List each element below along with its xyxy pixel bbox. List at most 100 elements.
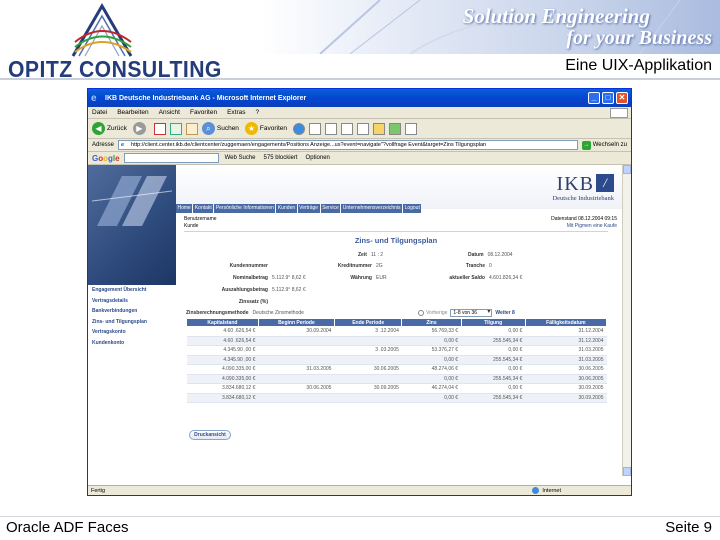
minimize-icon[interactable]: _ [588, 92, 600, 104]
page-content: IKB / Deutsche Industriebank Home Kontak… [88, 165, 631, 486]
footer-divider [0, 516, 720, 517]
back-button[interactable]: ◀ Zurück [92, 122, 127, 135]
media-icon[interactable] [293, 122, 306, 135]
browser-window: e IKB Deutsche Industriebank AG - Micros… [87, 88, 632, 496]
search-icon: ⌕ [201, 122, 215, 135]
edit-icon[interactable] [357, 122, 370, 135]
menu-favorites[interactable]: Favoriten [190, 109, 217, 116]
sidebar: Engagement Übersicht Vertragsdetails Ban… [88, 285, 176, 425]
col-interest[interactable]: Zins [401, 318, 462, 327]
nav-personal-info[interactable]: Persönliche Informationen [214, 204, 276, 213]
mail-icon[interactable] [325, 122, 338, 135]
star-icon: ★ [244, 122, 258, 135]
user-info: Benutzername Kunde [184, 216, 224, 230]
table-row: 4.345.90 ,00 €0,00 €255.545,34 €31.03.20… [186, 355, 607, 365]
nav-home[interactable]: Home [176, 204, 193, 213]
search-button[interactable]: ⌕ Suchen [201, 122, 239, 135]
pager: Vorherige 1-8 von 36 Weiter 8 [418, 309, 515, 317]
col-period-start[interactable]: Beginn Periode [257, 318, 335, 327]
user-label: Benutzername [184, 216, 217, 222]
data-status-date: Datenstand 08.12.2004 09:15 [551, 216, 617, 222]
folder-icon[interactable] [373, 122, 386, 135]
browser-toolbar: ◀ Zurück ▶ ⌕ Suchen ★ Favoriten [88, 119, 631, 139]
app-nav: Home Kontakt Persönliche Informationen K… [176, 204, 422, 213]
sidebar-item-repayment-plan[interactable]: Zins- und Tilgungsplan [88, 317, 176, 328]
window-titlebar[interactable]: e IKB Deutsche Industriebank AG - Micros… [88, 89, 631, 107]
sidebar-item-contract-details[interactable]: Vertragsdetails [88, 296, 176, 307]
google-popup-blocker[interactable]: 575 blockiert [264, 155, 298, 161]
field-nominal-amount: Nominalbetrag 5.112.9° 8,62 € [232, 275, 306, 281]
app-visual-panel [88, 165, 176, 285]
menu-file[interactable]: Datei [92, 109, 107, 116]
nav-contracts[interactable]: Verträge [297, 204, 320, 213]
print-view-button[interactable]: Druckansicht [189, 430, 231, 440]
menu-edit[interactable]: Bearbeiten [117, 109, 148, 116]
vertical-scrollbar[interactable] [622, 165, 631, 476]
sidebar-item-bank-connections[interactable]: Bankverbindungen [88, 306, 176, 317]
google-web-search-button[interactable]: Web Suche [225, 155, 256, 161]
history-icon[interactable] [309, 122, 322, 135]
sidebar-item-customer-account[interactable]: Kundenkonto [88, 338, 176, 349]
table-row: 4.345.90 ,00 €3 .03.2005 53.376,27 €0,00 … [186, 345, 607, 356]
pager-next[interactable]: Weiter 8 [495, 310, 514, 316]
zone-label: Internet [542, 487, 561, 494]
sidebar-item-contract-account[interactable]: Vertragskonto [88, 327, 176, 338]
sidebar-item-engagement[interactable]: Engagement Übersicht [88, 285, 176, 296]
security-zone: Internet [532, 487, 561, 494]
col-due-date[interactable]: Fälligkeitsdatum [524, 318, 608, 327]
pager-range-select[interactable]: 1-8 von 36 [450, 309, 493, 317]
stop-icon[interactable] [153, 122, 166, 135]
table-row: 4.60 .626,54 €30.09.2004 3 .12.2004 56.769… [186, 326, 607, 337]
address-input[interactable]: http://client.center.ikb.de/clientcenter… [118, 140, 578, 150]
google-search-input[interactable] [123, 153, 219, 163]
col-repayment[interactable]: Tilgung [460, 318, 526, 327]
table-row: 4.090.335,00 €0,00 €255.545,34 €30.06.20… [186, 374, 607, 384]
forward-button[interactable]: ▶ [132, 122, 148, 135]
prev-radio[interactable] [418, 310, 424, 316]
scroll-up-icon[interactable] [623, 165, 631, 174]
pager-prev[interactable]: Vorherige [426, 310, 447, 316]
table-row: 4.090.335,00 €31.03.2005 30.06.2005 48.274… [186, 364, 607, 375]
research-icon[interactable] [405, 122, 418, 135]
messenger-icon[interactable] [389, 122, 402, 135]
google-options-button[interactable]: Optionen [306, 155, 330, 161]
nav-company-directory[interactable]: Unternehmensverzeichnis [341, 204, 403, 213]
field-currency: Währung EUR [350, 275, 387, 281]
col-period-end[interactable]: Ende Periode [333, 318, 403, 327]
menu-tools[interactable]: Extras [227, 109, 245, 116]
favorites-button[interactable]: ★ Favoriten [244, 122, 287, 135]
address-bar: Adresse http://client.center.ikb.de/clie… [88, 139, 631, 152]
menu-help[interactable]: ? [256, 109, 260, 116]
col-capital[interactable]: Kapitalstand [186, 318, 259, 327]
print-icon[interactable] [341, 122, 354, 135]
field-customer-number: Kundennummer [229, 263, 268, 269]
nav-contact[interactable]: Kontakt [193, 204, 214, 213]
refresh-icon[interactable] [169, 122, 182, 135]
status-text: Fertig [91, 487, 106, 494]
portal-link[interactable]: Mit Pigmen eine Kaufe [551, 223, 617, 230]
table-row: 3.834.680,12 €0,00 €255.545,34 €30.09.20… [186, 393, 607, 403]
maximize-icon[interactable]: □ [602, 92, 614, 104]
ikb-logo-icon: / [596, 174, 614, 192]
data-status: Datenstand 08.12.2004 09:15 Mit Pigmen e… [551, 216, 617, 230]
close-icon[interactable]: ✕ [616, 92, 628, 104]
nav-service[interactable]: Service [320, 204, 341, 213]
footer-topic: Oracle ADF Faces [6, 519, 129, 536]
go-button[interactable]: → Wechseln zu [581, 140, 627, 150]
repayment-table: Kapitalstand Beginn Periode Ende Periode… [186, 318, 608, 403]
slide-title: Eine UIX-Applikation [565, 57, 712, 74]
address-label: Adresse [92, 142, 115, 148]
field-interest-rate: Zinssatz (%) [238, 299, 268, 305]
back-label: Zurück [107, 125, 127, 132]
menu-view[interactable]: Ansicht [159, 109, 180, 116]
header-divider [0, 78, 720, 80]
nav-customers[interactable]: Kunden [276, 204, 297, 213]
nav-logout[interactable]: Logout [403, 204, 422, 213]
field-credit-number: Kreditnummer 2G [337, 263, 383, 269]
status-bar: Fertig Internet [88, 485, 631, 495]
page-number: Seite 9 [665, 519, 712, 536]
back-arrow-icon: ◀ [92, 122, 105, 135]
ikb-brand: IKB [556, 173, 594, 195]
scroll-down-icon[interactable] [623, 467, 631, 476]
home-icon[interactable] [185, 122, 198, 135]
